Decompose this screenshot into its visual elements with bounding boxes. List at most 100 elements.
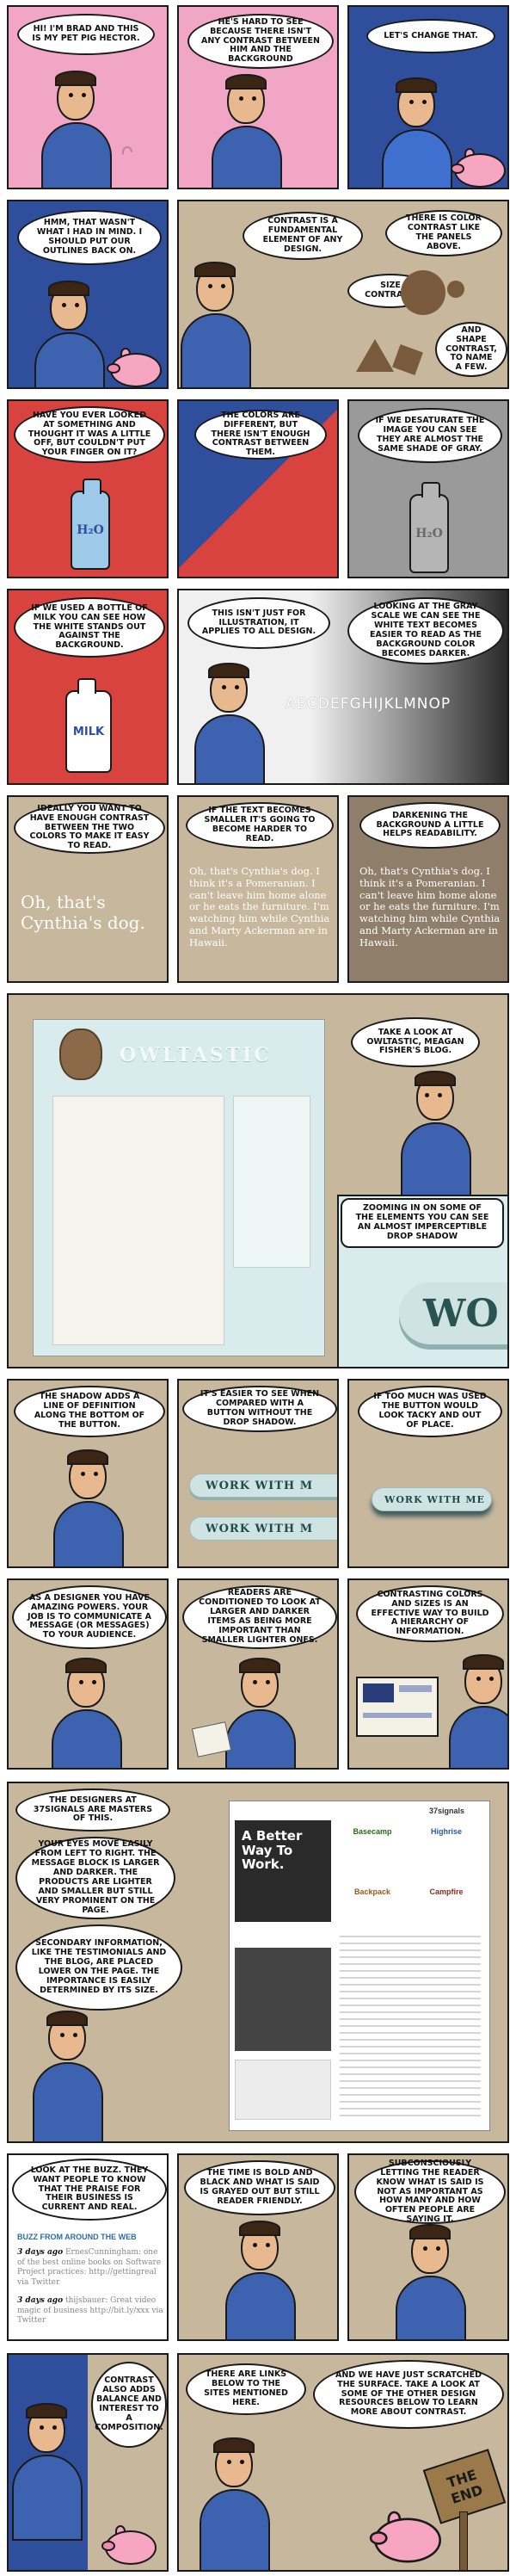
signals-product-highrise: Highrise — [430, 1827, 462, 1836]
panel-4: Hmm, that wasn't what I had in mind. I s… — [7, 200, 169, 389]
panel-20: Contrasting colors and sizes is an effec… — [347, 1578, 509, 1770]
buzz-entry-1: 3 days ago ErnesCunningham: one of the b… — [17, 2248, 165, 2289]
brad-character — [218, 2221, 301, 2339]
signals-product-basecamp: Basecamp — [353, 1827, 392, 1836]
speech-bubble: And we have just scratched the surface. … — [313, 2360, 504, 2429]
speech-bubble: Your eyes move easily from left to right… — [15, 1837, 175, 1919]
owl-logo-icon — [59, 1029, 102, 1080]
square-shape — [392, 344, 423, 375]
brad-character — [34, 71, 117, 188]
speech-bubble: If the text becomes smaller it's going t… — [186, 802, 334, 849]
pig-character — [369, 2509, 441, 2563]
speech-bubble: He's hard to see because there isn't any… — [187, 14, 334, 69]
panel-11: Ideally you want to have enough contrast… — [7, 795, 169, 983]
panel-8: If we desaturate the image you can see t… — [347, 399, 509, 578]
speech-bubble: It's easier to see when compared with a … — [182, 1386, 337, 1432]
speech-bubble: This isn't just for illustration, it app… — [187, 597, 330, 649]
brad-character — [179, 262, 256, 387]
speech-bubble: Subconsciously letting the reader know w… — [354, 2159, 506, 2224]
speech-bubble: Have you ever looked at something and th… — [14, 406, 165, 463]
signals-testimonials — [235, 1948, 331, 2051]
brad-character — [9, 2403, 88, 2541]
brad-character — [218, 1658, 301, 1768]
panel-21: The designers at 37signals are masters o… — [7, 1782, 509, 2143]
brad-character — [187, 663, 270, 783]
button-heavy-shadow: WORK WITH ME — [372, 1487, 492, 1511]
signals-message-block: A Better Way To Work. — [235, 1820, 331, 1922]
gray-bottle-icon: H₂O — [409, 482, 449, 573]
button-with-shadow: WORK WITH M — [189, 1473, 337, 1498]
zoom-callout: Zooming in on some of the elements you c… — [337, 1195, 507, 1367]
panel-10: This isn't just for illustration, it app… — [177, 589, 509, 785]
brad-character — [394, 1071, 476, 1208]
speech-bubble: And shape contrast, to name a few. — [435, 322, 507, 377]
panel-3: Let's change that. — [347, 5, 509, 189]
speech-bubble: There is color contrast like the panels … — [385, 210, 502, 256]
panel-23: The time is bold and black and what is s… — [177, 2153, 339, 2341]
panel-15: The shadow adds a line of definition alo… — [7, 1379, 169, 1568]
owltastic-screenshot: OWLTASTIC — [33, 1019, 325, 1356]
speech-bubble: The colors are different, but there isn'… — [194, 410, 327, 460]
panel-18: As a designer you have amazing powers. Y… — [7, 1578, 169, 1770]
panel-14: OWLTASTIC Take a look at Owltastic, Meag… — [7, 993, 509, 1368]
brad-character — [389, 2224, 471, 2339]
speech-bubble: Let's change that. — [366, 19, 495, 53]
speech-bubble: Contrast is a fundamental element of any… — [243, 212, 363, 260]
pig-character — [101, 2523, 157, 2565]
brad-character — [26, 2011, 108, 2141]
buzz-entry-2: 3 days ago thijsbauer: Great video magic… — [17, 2296, 165, 2326]
speech-bubble: If too much was used the button would lo… — [358, 1386, 502, 1437]
the-end-text: THE END — [445, 2466, 485, 2507]
speech-bubble: Ideally you want to have enough contrast… — [14, 802, 165, 854]
button-without-shadow: WORK WITH M — [189, 1517, 337, 1541]
panel-25: Contrast also adds balance and interest … — [7, 2353, 169, 2572]
pig-character — [107, 346, 162, 387]
panel-7: The colors are different, but there isn'… — [177, 399, 339, 578]
speech-bubble: Zooming in on some of the elements you c… — [341, 1198, 504, 1248]
brad-character — [442, 1654, 507, 1768]
speech-bubble: Contrast also adds balance and interest … — [91, 2362, 167, 2448]
buzz-time: 3 days ago — [17, 2248, 64, 2257]
signals-logo: 37signals — [429, 1807, 465, 1815]
circle-shape-large — [401, 270, 445, 315]
speech-bubble: Hmm, that wasn't what I had in mind. I s… — [17, 210, 162, 265]
panel-5: Contrast is a fundamental element of any… — [177, 200, 509, 389]
pig-character — [451, 146, 506, 188]
layout-block-dark — [363, 1683, 394, 1702]
speech-bubble: Hi! I'm Brad and this is my pet pig Hect… — [17, 14, 155, 55]
signals-screenshot: 37signals A Better Way To Work. Basecamp… — [229, 1801, 490, 2131]
cynthia-sample-large: Oh, that's Cynthia's dog. — [21, 892, 145, 933]
panel-12: If the text becomes smaller it's going t… — [177, 795, 339, 983]
triangle-shape — [356, 339, 394, 372]
circle-shape-small — [447, 281, 464, 298]
speech-bubble: Darkening the background a little helps … — [359, 802, 501, 849]
blog-sidebar — [233, 1096, 310, 1268]
buzz-title: BUZZ FROM AROUND THE WEB — [17, 2233, 137, 2241]
brad-character — [375, 77, 458, 188]
signals-product-campfire: Campfire — [429, 1887, 464, 1896]
layout-block-light — [399, 1685, 432, 1692]
speech-bubble: The designers at 37signals are masters o… — [15, 1788, 170, 1832]
sign-post — [459, 2511, 468, 2570]
panel-26: There are links below to the sites menti… — [177, 2353, 509, 2572]
cynthia-sample-dark: Oh, that's Cynthia's dog. I think it's a… — [359, 865, 501, 948]
zoomed-button: WO — [399, 1282, 507, 1344]
pig-character — [112, 145, 163, 186]
speech-bubble: Secondary information, like the testimon… — [15, 1924, 182, 2011]
panel-1: Hi! I'm Brad and this is my pet pig Hect… — [7, 5, 169, 189]
layout-block-light — [363, 1713, 432, 1718]
brad-character — [45, 1658, 127, 1768]
panel-2: He's hard to see because there isn't any… — [177, 5, 339, 189]
speech-bubble: The time is bold and black and what is s… — [184, 2160, 335, 2215]
speech-bubble: If we used a bottle of milk you can see … — [14, 597, 165, 658]
speech-bubble: If we desaturate the image you can see t… — [358, 408, 502, 463]
milk-bottle-icon: MILK — [65, 678, 112, 773]
blog-content-area — [52, 1096, 224, 1345]
panel-17: If too much was used the button would lo… — [347, 1379, 509, 1568]
speech-bubble: The shadow adds a line of definition alo… — [14, 1386, 165, 1437]
speech-bubble: As a designer you have amazing powers. Y… — [12, 1585, 167, 1649]
brad-character — [28, 281, 110, 387]
water-bottle-icon: H₂O — [71, 479, 110, 570]
owltastic-logo: OWLTASTIC — [120, 1044, 272, 1066]
panel-6: Have you ever looked at something and th… — [7, 399, 169, 578]
